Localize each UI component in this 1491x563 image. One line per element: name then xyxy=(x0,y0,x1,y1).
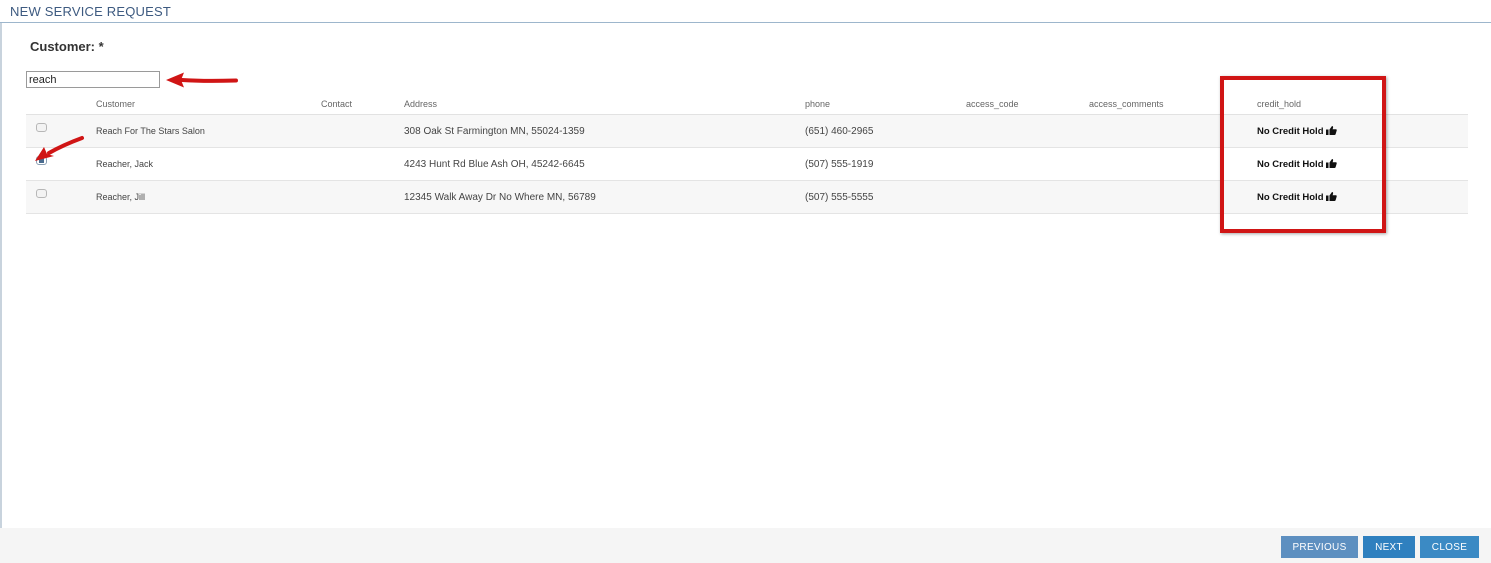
credit-hold-highlight-box xyxy=(1220,76,1386,233)
row-select-checkbox[interactable] xyxy=(36,123,47,132)
window-title: NEW SERVICE REQUEST xyxy=(10,4,172,19)
left-border xyxy=(0,23,2,563)
column-header-access-comments[interactable]: access_comments xyxy=(1089,99,1164,109)
window-titlebar: NEW SERVICE REQUEST xyxy=(0,0,1491,23)
cell-phone: (651) 460-2965 xyxy=(805,126,874,137)
cell-customer: Reacher, Jill xyxy=(96,192,146,202)
cell-customer: Reach For The Stars Salon xyxy=(96,126,205,136)
cell-phone: (507) 555-1919 xyxy=(805,159,874,170)
cell-customer: Reacher, Jack xyxy=(96,159,154,169)
cell-address: 4243 Hunt Rd Blue Ash OH, 45242-6645 xyxy=(404,159,585,170)
cell-address: 308 Oak St Farmington MN, 55024-1359 xyxy=(404,126,585,137)
next-button[interactable]: NEXT xyxy=(1363,536,1415,558)
column-header-phone[interactable]: phone xyxy=(805,99,830,109)
cell-address: 12345 Walk Away Dr No Where MN, 56789 xyxy=(404,192,596,203)
customer-search-input[interactable] xyxy=(26,71,160,88)
dialog-footer xyxy=(0,528,1491,563)
column-header-contact[interactable]: Contact xyxy=(321,99,352,109)
customer-label: Customer: * xyxy=(30,39,104,54)
column-header-address[interactable]: Address xyxy=(404,99,437,109)
cell-phone: (507) 555-5555 xyxy=(805,192,874,203)
annotation-arrow-icon xyxy=(35,136,84,161)
column-header-customer[interactable]: Customer xyxy=(96,99,135,109)
close-button[interactable]: CLOSE xyxy=(1420,536,1479,558)
previous-button[interactable]: PREVIOUS xyxy=(1281,536,1358,558)
row-select-checkbox[interactable] xyxy=(36,189,47,198)
annotation-arrow-icon xyxy=(166,72,238,88)
column-header-access-code[interactable]: access_code xyxy=(966,99,1019,109)
